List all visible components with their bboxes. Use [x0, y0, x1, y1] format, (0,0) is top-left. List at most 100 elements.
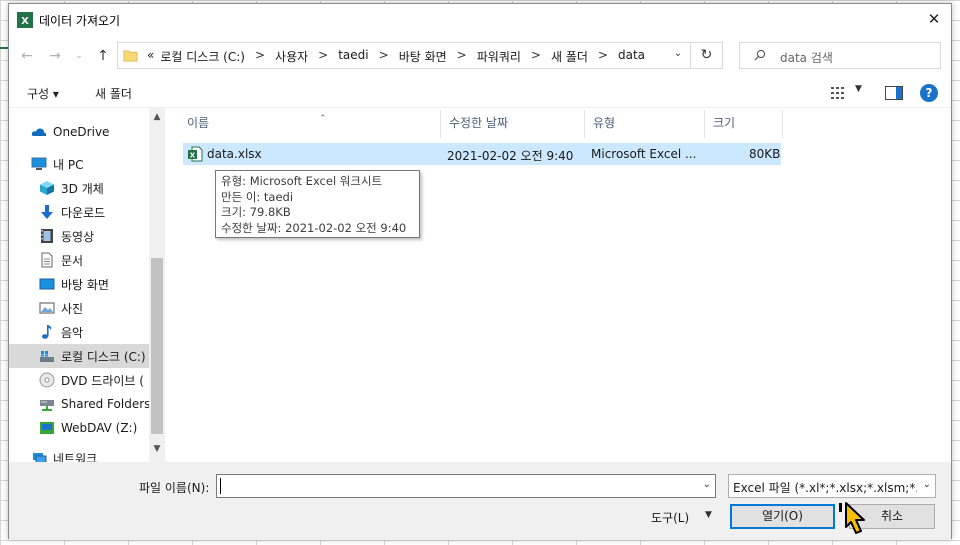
breadcrumb-separator-icon[interactable]: > [372, 48, 396, 65]
file-type-filter-value: Excel 파일 (*.xl*;*.xlsx;*.xlsm;*.xlsb [733, 481, 917, 495]
sidebar-item-this-pc[interactable]: 내 PC [31, 152, 165, 176]
navigation-pane-scrollbar[interactable]: ▲ ▼ [149, 108, 165, 462]
breadcrumb: « 로컬 디스크 (C:) > 사용자 > taedi > 바탕 화면 > 파워… [144, 48, 648, 65]
filename-field[interactable]: ⌄ [216, 474, 716, 498]
help-icon: ? [925, 86, 933, 100]
sidebar-item-music[interactable]: 음악 [39, 320, 165, 344]
sidebar-item-label: 로컬 디스크 (C:) [61, 349, 146, 364]
sidebar-item-desktop[interactable]: 바탕 화면 [39, 272, 165, 296]
search-input[interactable]: data 검색 [739, 42, 941, 69]
svg-text:X: X [21, 16, 29, 27]
cloud-icon [31, 128, 47, 136]
address-bar[interactable]: « 로컬 디스크 (C:) > 사용자 > taedi > 바탕 화면 > 파워… [117, 42, 691, 69]
breadcrumb-overflow[interactable]: « [144, 48, 157, 65]
preview-pane-icon[interactable] [885, 86, 903, 100]
address-dropdown-icon[interactable]: ⌄ [670, 48, 686, 59]
help-button[interactable]: ? [920, 84, 938, 102]
sidebar-item-downloads[interactable]: 다운로드 [39, 200, 165, 224]
recent-locations-button[interactable]: ⌄ [69, 46, 89, 66]
organize-button[interactable]: 구성 ▾ [27, 85, 59, 102]
search-icon [754, 49, 766, 61]
music-icon [42, 325, 52, 339]
open-button[interactable]: 열기(O) [730, 504, 835, 529]
network-icon [33, 453, 47, 462]
file-size: 80KB [749, 147, 781, 161]
tooltip-line: 만든 이: taedi [221, 189, 294, 204]
sidebar-item-local-disk[interactable]: 로컬 디스크 (C:) [9, 344, 149, 368]
breadcrumb-separator-icon[interactable]: > [591, 48, 615, 65]
tooltip-line: 유형: Microsoft Excel 워크시트 [221, 174, 383, 188]
file-modified: 2021-02-02 오전 9:40 [447, 149, 574, 163]
arrow-up-icon: ↑ [97, 48, 109, 64]
sidebar-item-label: 사진 [61, 301, 84, 316]
scroll-down-icon[interactable]: ▼ [149, 444, 165, 454]
breadcrumb-item[interactable]: 로컬 디스크 (C:) [157, 48, 248, 65]
excel-icon: X [17, 12, 33, 28]
sidebar-item-documents[interactable]: 문서 [39, 248, 165, 272]
sidebar-item-onedrive[interactable]: OneDrive [31, 120, 165, 144]
breadcrumb-separator-icon[interactable]: > [450, 48, 474, 65]
tooltip-line: 수정한 날짜: 2021-02-02 오전 9:40 [221, 220, 407, 235]
breadcrumb-item[interactable]: 파워쿼리 [474, 48, 524, 65]
breadcrumb-item[interactable]: 새 폴더 [548, 48, 591, 65]
column-header-modified[interactable]: 수정한 날짜 [441, 110, 585, 138]
breadcrumb-separator-icon[interactable]: > [248, 48, 272, 65]
sidebar-item-shared-folders[interactable]: Shared Folders(\ [39, 392, 165, 416]
breadcrumb-separator-icon[interactable]: > [524, 48, 548, 65]
close-button[interactable]: ✕ [917, 4, 951, 34]
column-header-type[interactable]: 유형 [585, 110, 705, 138]
forward-button[interactable]: → [45, 46, 65, 66]
sidebar-item-label: 내 PC [53, 157, 84, 172]
drive-icon [40, 351, 54, 362]
tools-menu-button[interactable]: 도구(L) [651, 509, 689, 526]
back-button[interactable]: ← [17, 46, 37, 66]
view-options-icon[interactable] [831, 86, 847, 100]
search-placeholder: data 검색 [780, 51, 833, 65]
folder-icon [123, 50, 138, 62]
text-caret [220, 478, 221, 494]
sidebar-item-label: 3D 개체 [61, 181, 104, 196]
shared-drive-icon [40, 400, 54, 411]
video-icon [41, 229, 53, 243]
up-button[interactable]: ↑ [93, 46, 113, 66]
sidebar-item-3d-objects[interactable]: 3D 개체 [39, 176, 165, 200]
sidebar-item-label: WebDAV (Z:) [61, 421, 138, 435]
chevron-down-icon[interactable]: ⌄ [703, 479, 711, 490]
pc-icon [31, 157, 47, 170]
file-name: data.xlsx [207, 147, 262, 161]
breadcrumb-item[interactable]: data [615, 48, 648, 65]
sidebar-item-network[interactable]: 네트워크 [31, 446, 165, 462]
sidebar-item-label: OneDrive [53, 125, 110, 139]
sidebar-item-pictures[interactable]: 사진 [39, 296, 165, 320]
svg-text:X: X [190, 152, 196, 160]
cube-icon [40, 181, 54, 195]
tools-dropdown-icon[interactable]: ▼ [705, 510, 712, 520]
column-header-label: 크기 [713, 116, 736, 130]
sidebar-item-dvd-drive[interactable]: DVD 드라이브 ( [39, 368, 165, 392]
sidebar-item-videos[interactable]: 동영상 [39, 224, 165, 248]
sidebar-item-webdav[interactable]: WebDAV (Z:) [39, 416, 165, 440]
sidebar-item-label: 바탕 화면 [61, 277, 109, 292]
breadcrumb-item[interactable]: 사용자 [272, 48, 311, 65]
view-dropdown-icon[interactable]: ▼ [855, 84, 862, 94]
download-icon [41, 205, 53, 219]
file-type: Microsoft Excel ... [591, 147, 697, 161]
sidebar-item-label: 동영상 [61, 229, 95, 244]
file-type-filter-select[interactable]: Excel 파일 (*.xl*;*.xlsx;*.xlsm;*.xlsb ⌄ [728, 474, 936, 498]
column-header-size[interactable]: 크기 [705, 110, 783, 138]
sidebar-item-label: 음악 [61, 325, 84, 340]
breadcrumb-item[interactable]: 바탕 화면 [396, 48, 450, 65]
chevron-down-icon: ⌄ [75, 51, 83, 61]
sidebar-item-label: 문서 [61, 253, 84, 268]
breadcrumb-item[interactable]: taedi [335, 48, 371, 65]
refresh-button[interactable]: ↻ [691, 42, 723, 69]
new-folder-button[interactable]: 새 폴더 [95, 85, 132, 102]
file-row[interactable]: X data.xlsx 2021-02-02 오전 9:40 Microsoft… [183, 143, 781, 165]
file-list: 이름 ⌃ 수정한 날짜 유형 크기 X data.xlsx 2021-02-02… [169, 108, 951, 462]
column-header-label: 유형 [593, 116, 616, 130]
scroll-up-icon[interactable]: ▲ [149, 112, 165, 122]
scrollbar-thumb[interactable] [151, 258, 163, 434]
breadcrumb-separator-icon[interactable]: > [311, 48, 335, 65]
column-header-name[interactable]: 이름 ⌃ [179, 110, 441, 138]
navigation-pane: OneDrive 내 PC 3D 개체 다운로드 동영상 문서 바탕 화면 사진… [9, 108, 165, 462]
